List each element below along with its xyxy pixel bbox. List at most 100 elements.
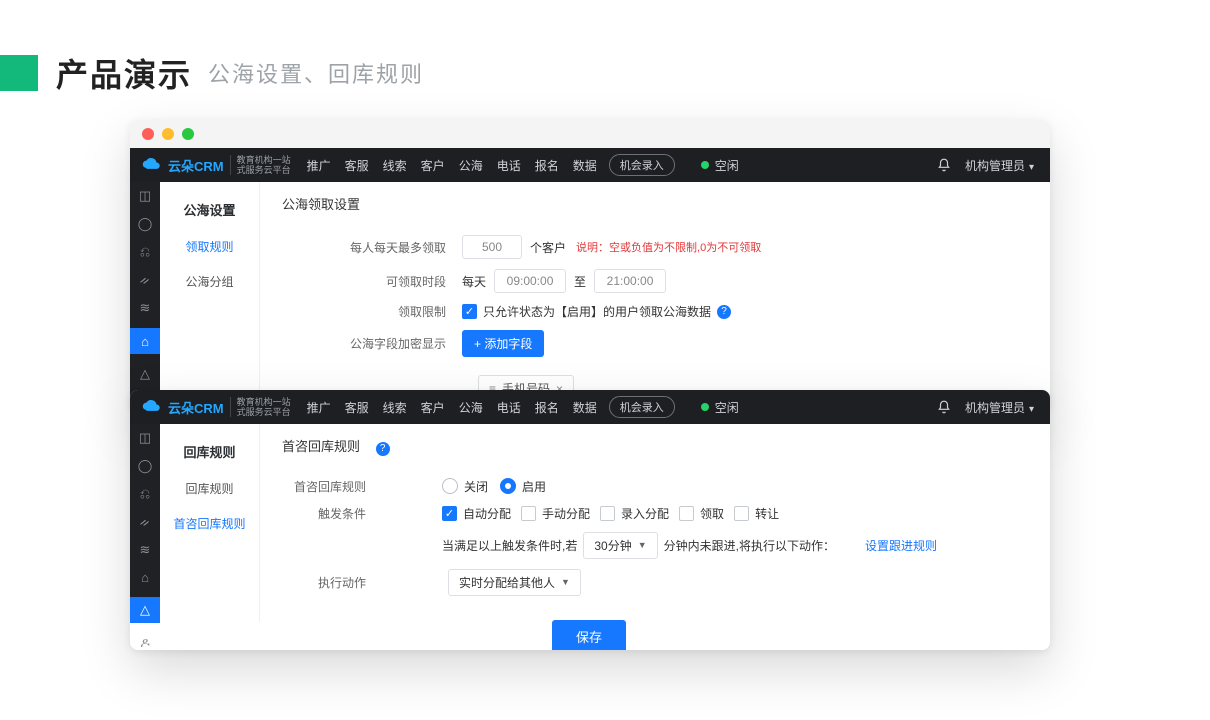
help-icon[interactable]: ? <box>717 305 731 319</box>
cb-transfer[interactable] <box>734 506 749 521</box>
add-field-button[interactable]: + 添加字段 <box>462 330 544 357</box>
input-time-to[interactable]: 21:00:00 <box>594 269 666 293</box>
nav-pill-entry[interactable]: 机会录入 <box>609 154 675 176</box>
rail-stack-icon[interactable]: ≋ <box>137 542 153 558</box>
nav-item[interactable]: 推广 <box>307 399 331 416</box>
status-text[interactable]: 空闲 <box>715 399 739 416</box>
nav-item[interactable]: 客服 <box>345 399 369 416</box>
rail-stack-icon[interactable]: ≋ <box>137 300 153 316</box>
nav-item[interactable]: 公海 <box>459 157 483 174</box>
time-every: 每天 <box>462 273 486 290</box>
rail-sea-icon[interactable]: ⌂ <box>137 570 153 585</box>
label-time-range: 可领取时段 <box>282 273 462 290</box>
slide-subtitle: 公海设置、回库规则 <box>208 57 424 89</box>
content-area: 公海领取设置 每人每天最多领取 500 个客户 说明：空或负值为不限制,0为不可… <box>260 182 1050 410</box>
checkbox-label-enabled-only: 只允许状态为【启用】的用户领取公海数据 <box>483 303 711 320</box>
rail-recycle-icon[interactable]: △ <box>130 597 160 623</box>
logo-icon <box>140 399 162 415</box>
nav-item[interactable]: 客户 <box>421 157 445 174</box>
status-dot-icon <box>701 161 709 169</box>
bell-icon[interactable] <box>937 400 951 414</box>
nav-item[interactable]: 数据 <box>573 399 597 416</box>
window-titlebar <box>130 120 1050 148</box>
bell-icon[interactable] <box>937 158 951 172</box>
sidebar-item-group[interactable]: 公海分组 <box>160 264 259 299</box>
nav-item[interactable]: 客服 <box>345 157 369 174</box>
rail-dashboard-icon[interactable]: ◫ <box>137 430 153 446</box>
radio-off[interactable] <box>442 478 458 494</box>
nav-item[interactable]: 电话 <box>497 399 521 416</box>
rail-dashboard-icon[interactable]: ◫ <box>137 188 153 204</box>
rail-shield-icon[interactable]: ◯ <box>137 216 153 232</box>
user-menu[interactable]: 机构管理员▾ <box>965 157 1034 174</box>
sidebar-item-claim-rule[interactable]: 领取规则 <box>160 229 259 264</box>
sidebar-item-return-rule[interactable]: 回库规则 <box>160 471 259 506</box>
cond-prefix: 当满足以上触发条件时,若 <box>442 537 577 554</box>
cb-label: 录入分配 <box>621 505 669 522</box>
user-menu[interactable]: 机构管理员▾ <box>965 399 1034 416</box>
rail-shield-icon[interactable]: ◯ <box>137 458 153 474</box>
brand-sub: 教育机构一站式服务云平台 <box>230 397 291 417</box>
input-time-from[interactable]: 09:00:00 <box>494 269 566 293</box>
status-text[interactable]: 空闲 <box>715 157 739 174</box>
left-rail: ◫ ◯ ⎌ ᨀ ≋ ⌂ △ ዶ <box>130 182 160 410</box>
input-daily-limit[interactable]: 500 <box>462 235 522 259</box>
content-title: 首咨回库规则 ? <box>282 436 1028 468</box>
rail-recycle-icon[interactable]: △ <box>137 366 153 382</box>
nav-item[interactable]: 推广 <box>307 157 331 174</box>
save-button[interactable]: 保存 <box>552 620 626 651</box>
nav-item[interactable]: 线索 <box>383 157 407 174</box>
cb-label: 自动分配 <box>463 505 511 522</box>
window-return-rule: 云朵CRM 教育机构一站式服务云平台 推广 客服 线索 客户 公海 电话 报名 … <box>130 390 1050 650</box>
nav-pill-entry[interactable]: 机会录入 <box>609 396 675 418</box>
nav-item[interactable]: 报名 <box>535 399 559 416</box>
label-first-rule: 首咨回库规则 <box>282 478 382 495</box>
rail-chart-icon[interactable]: ⎌ <box>137 244 153 260</box>
sidebar: 回库规则 回库规则 首咨回库规则 <box>160 424 260 622</box>
chevron-down-icon: ▼ <box>561 577 570 587</box>
window-public-sea: 云朵CRM 教育机构一站式服务云平台 推广 客服 线索 客户 公海 电话 报名 … <box>130 120 1050 410</box>
nav-item[interactable]: 电话 <box>497 157 521 174</box>
accent-bar <box>0 55 38 91</box>
traffic-light-close[interactable] <box>142 128 154 140</box>
cb-entry-assign[interactable] <box>600 506 615 521</box>
help-icon[interactable]: ? <box>376 442 390 456</box>
time-to-word: 至 <box>574 273 586 290</box>
chevron-down-icon: ▼ <box>638 540 647 550</box>
status-dot-icon <box>701 403 709 411</box>
nav-item[interactable]: 客户 <box>421 399 445 416</box>
rail-user-icon[interactable]: ᨀ <box>137 272 153 288</box>
brand: 云朵CRM 教育机构一站式服务云平台 <box>130 397 301 417</box>
traffic-light-max[interactable] <box>182 128 194 140</box>
left-rail: ◫ ◯ ⎌ ᨀ ≋ ⌂ △ ዶ <box>130 424 160 622</box>
slide-title: 产品演示 <box>56 50 192 96</box>
content-title: 公海领取设置 <box>282 194 1028 225</box>
rail-user-icon[interactable]: ᨀ <box>137 514 153 530</box>
nav-item[interactable]: 报名 <box>535 157 559 174</box>
radio-on[interactable] <box>500 478 516 494</box>
nav-item[interactable]: 数据 <box>573 157 597 174</box>
rail-sea-icon[interactable]: ⌂ <box>130 328 160 354</box>
rail-person-icon[interactable]: ዶ <box>137 635 153 650</box>
cb-label: 手动分配 <box>542 505 590 522</box>
link-followup-rule[interactable]: 设置跟进规则 <box>865 537 937 554</box>
nav-item[interactable]: 线索 <box>383 399 407 416</box>
label-daily-limit: 每人每天最多领取 <box>282 239 462 256</box>
cb-auto-assign[interactable]: ✓ <box>442 506 457 521</box>
select-minutes[interactable]: 30分钟▼ <box>583 532 657 559</box>
traffic-light-min[interactable] <box>162 128 174 140</box>
checkbox-enabled-only[interactable]: ✓ <box>462 304 477 319</box>
logo-icon <box>140 157 162 173</box>
cb-manual-assign[interactable] <box>521 506 536 521</box>
unit-daily: 个客户 <box>530 239 566 256</box>
select-action[interactable]: 实时分配给其他人▼ <box>448 569 581 596</box>
rail-chart-icon[interactable]: ⎌ <box>137 486 153 502</box>
cb-label: 转让 <box>755 505 779 522</box>
cb-claim[interactable] <box>679 506 694 521</box>
topnav: 推广 客服 线索 客户 公海 电话 报名 数据 <box>307 399 597 416</box>
sidebar: 公海设置 领取规则 公海分组 <box>160 182 260 410</box>
sidebar-item-first-contact-rule[interactable]: 首咨回库规则 <box>160 506 259 541</box>
note-daily: 说明：空或负值为不限制,0为不可领取 <box>576 239 761 255</box>
brand-name: 云朵CRM <box>168 156 224 175</box>
nav-item[interactable]: 公海 <box>459 399 483 416</box>
